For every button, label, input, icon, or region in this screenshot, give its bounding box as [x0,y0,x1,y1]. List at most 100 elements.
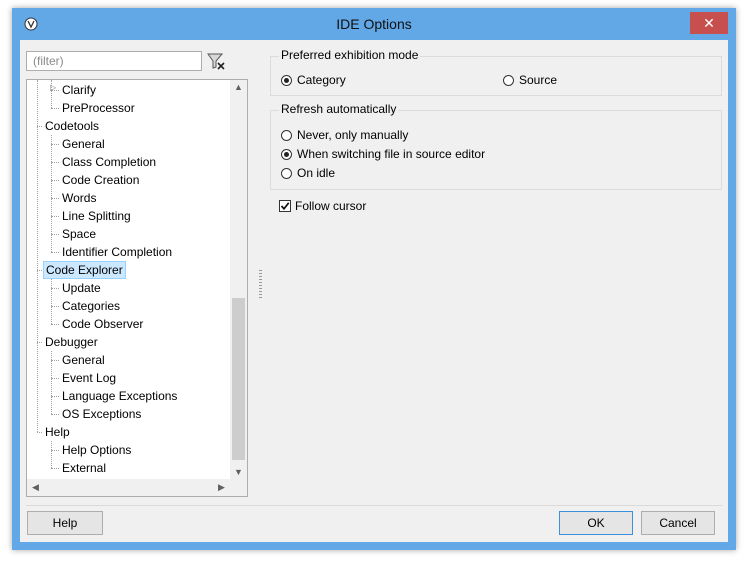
tree-connector [37,432,42,433]
radio-category-indicator[interactable] [281,74,292,86]
radio-source-indicator[interactable] [503,74,514,86]
tree-item[interactable]: OS Exceptions [60,405,143,423]
tree-item-label: Help Options [62,443,132,457]
radio-never-label: Never, only manually [297,128,409,142]
tree-connector [37,80,38,432]
exhibition-mode-group: Preferred exhibition mode Category Sourc… [270,48,722,96]
scrollbar-thumb[interactable] [232,298,245,460]
expand-arrow-icon[interactable]: ▷ [50,83,56,92]
scroll-right-icon[interactable]: ▶ [213,482,230,493]
tree-connector [51,414,59,415]
checkmark-icon [280,202,290,211]
tree-connector [51,108,59,109]
close-button[interactable]: ✕ [690,12,728,34]
scroll-down-icon[interactable]: ▼ [230,467,247,477]
filter-input[interactable]: (filter) [26,51,202,71]
radio-category[interactable]: Category [281,71,346,89]
tree-item-label: Language Exceptions [62,389,178,403]
tree-connector [51,135,52,252]
tree-item-label: Categories [62,299,121,313]
scrollbar-corner [230,479,247,496]
tree-connector [51,279,52,324]
tree-connector [51,216,59,217]
radio-on-idle-label: On idle [297,166,336,180]
tree-connector [51,144,59,145]
options-tree[interactable]: Clarify PreProcessor Codetools General Class… [26,79,248,497]
tree-item-label: Code Explorer [43,261,126,279]
radio-switching-file[interactable]: When switching file in source editor [281,145,485,163]
tree-item[interactable]: Class Completion [60,153,158,171]
clear-filter-icon[interactable] [206,51,226,71]
tree-item-label: Codetools [45,119,100,133]
tree-horizontal-scrollbar[interactable]: ◀ ▶ [27,479,230,496]
tree-item-label: Identifier Completion [62,245,173,259]
tree-item[interactable]: Update [60,279,103,297]
tree-connector [51,306,59,307]
tree-item-label: OS Exceptions [62,407,142,421]
tree-item[interactable]: Identifier Completion [60,243,174,261]
tree-category-item[interactable]: Code Explorer [43,261,126,279]
follow-cursor-box[interactable] [279,200,291,212]
radio-switching-file-label: When switching file in source editor [297,147,486,161]
tree-item[interactable]: Words [60,189,98,207]
tree-item-label: Words [62,191,97,205]
radio-source[interactable]: Source [503,71,557,89]
tree-item[interactable]: Line Splitting [60,207,133,225]
tree-item[interactable]: PreProcessor [60,99,137,117]
tree-item[interactable]: Help Options [60,441,133,459]
window-title: IDE Options [336,16,412,32]
tree-item[interactable]: General [60,351,107,369]
tree-item-label: General [62,137,105,151]
tree-item[interactable]: Space [60,225,98,243]
tree-connector [51,198,59,199]
tree-connector [51,234,59,235]
radio-never-indicator[interactable] [281,129,292,141]
tree-item-label: General [62,353,105,367]
refresh-group: Refresh automatically Never, only manual… [270,102,722,190]
radio-switching-file-indicator[interactable] [281,148,292,160]
scroll-up-icon[interactable]: ▲ [230,82,247,92]
radio-source-label: Source [519,73,558,87]
tree-item[interactable]: Code Observer [60,315,145,333]
tree-category-item[interactable]: Codetools [43,117,101,135]
tree-item-label: Help [45,425,70,439]
tree-item[interactable]: Clarify [60,81,98,99]
tree-connector [51,468,59,469]
tree-item[interactable]: General [60,135,107,153]
follow-cursor-checkbox[interactable]: Follow cursor [279,197,366,215]
exhibition-mode-title: Preferred exhibition mode [279,48,421,62]
panel-splitter-handle[interactable] [259,270,262,300]
tree-item[interactable]: Language Exceptions [60,387,179,405]
radio-on-idle-indicator[interactable] [281,167,292,179]
tree-item[interactable]: Code Creation [60,171,141,189]
tree-item-label: External [62,461,107,475]
scroll-left-icon[interactable]: ◀ [27,482,44,493]
tree-item-label: Update [62,281,101,295]
tree-connector [51,288,59,289]
ide-options-window: IDE Options ✕ (filter) Clarify PreProcess… [12,8,736,550]
tree-vertical-scrollbar[interactable]: ▲ ▼ [230,80,247,479]
tree-connector [51,180,59,181]
title-bar[interactable]: IDE Options ✕ [12,8,736,40]
tree-item-label: Class Completion [62,155,157,169]
tree-item-label: Clarify [62,83,97,97]
tree-connector [51,396,59,397]
follow-cursor-label: Follow cursor [295,199,367,213]
ok-button[interactable]: OK [559,511,633,535]
refresh-title: Refresh automatically [279,102,399,116]
tree-connector [51,162,59,163]
tree-item-label: Space [62,227,97,241]
tree-item[interactable]: Event Log [60,369,118,387]
tree-connector [51,360,59,361]
tree-category-item[interactable]: Help [43,423,72,441]
tree-item[interactable]: Categories [60,297,122,315]
tree-category-item[interactable]: Debugger [43,333,100,351]
cancel-button[interactable]: Cancel [641,511,715,535]
tree-item-label: Event Log [62,371,117,385]
radio-never[interactable]: Never, only manually [281,126,408,144]
help-button[interactable]: Help [27,511,103,535]
tree-item[interactable]: External [60,459,108,477]
tree-connector [51,450,59,451]
radio-on-idle[interactable]: On idle [281,164,335,182]
tree-connector [51,351,52,414]
